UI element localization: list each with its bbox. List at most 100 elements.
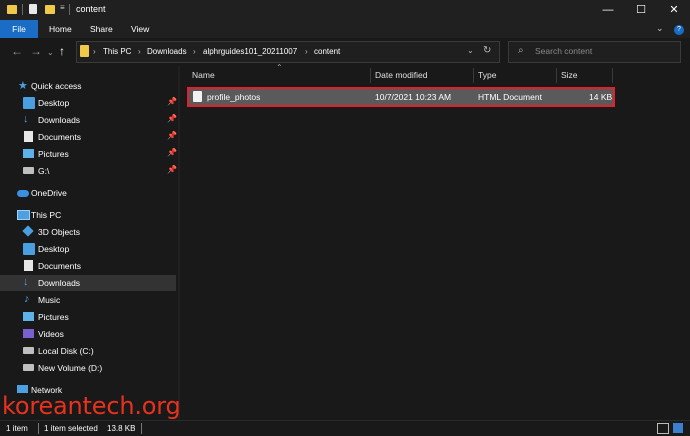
- close-button[interactable]: ✕: [658, 0, 690, 20]
- file-date: 10/7/2021 10:23 AM: [375, 92, 452, 102]
- pin-icon: 📌: [167, 165, 177, 174]
- navigation-pane: ★ Quick access Desktop 📌 ↓ Downloads 📌 D…: [0, 66, 178, 420]
- tab-home[interactable]: Home: [49, 20, 72, 38]
- minimize-button[interactable]: —: [592, 0, 624, 20]
- nav-pc-downloads[interactable]: ↓ Downloads: [0, 275, 176, 291]
- nav-onedrive[interactable]: OneDrive: [0, 185, 176, 201]
- nav-pc-3d-objects[interactable]: 3D Objects: [0, 224, 176, 240]
- status-item-count: 1 item: [6, 424, 28, 433]
- help-icon[interactable]: ?: [674, 25, 684, 35]
- address-row: ← → ⌄ ↑ › This PC › Downloads › alphrgui…: [0, 38, 690, 66]
- nav-quick-documents[interactable]: Documents 📌: [0, 129, 177, 145]
- nav-pc-desktop[interactable]: Desktop: [0, 241, 176, 257]
- window-title: content: [76, 4, 106, 14]
- file-size: 14 KB: [589, 92, 613, 102]
- customize-toolbar-icon[interactable]: ≡: [60, 3, 65, 12]
- large-icons-view-icon[interactable]: [673, 423, 683, 433]
- file-name: profile_photos: [207, 92, 261, 102]
- tab-view[interactable]: View: [131, 20, 149, 38]
- nav-label: Downloads: [38, 115, 81, 125]
- nav-quick-pictures[interactable]: Pictures 📌: [0, 146, 177, 162]
- nav-label: Videos: [38, 329, 64, 339]
- expand-ribbon-icon[interactable]: ⌄: [656, 23, 664, 33]
- breadcrumb-this-pc[interactable]: This PC: [103, 47, 131, 56]
- up-arrow-icon[interactable]: ↑: [59, 44, 65, 58]
- nav-this-pc[interactable]: This PC: [0, 207, 176, 223]
- nav-label: OneDrive: [31, 188, 67, 198]
- search-input[interactable]: [535, 46, 670, 56]
- chevron-right-icon[interactable]: ›: [93, 47, 96, 56]
- nav-quick-access[interactable]: ★ Quick access: [0, 78, 176, 94]
- file-row[interactable]: profile_photos 10/7/2021 10:23 AM HTML D…: [187, 87, 615, 107]
- tab-file[interactable]: File: [0, 20, 38, 38]
- nav-pc-local-disk-c[interactable]: Local Disk (C:): [0, 343, 176, 359]
- maximize-button[interactable]: ☐: [625, 0, 657, 20]
- drive-icon: [23, 167, 34, 174]
- column-divider[interactable]: [556, 68, 557, 83]
- search-box[interactable]: ⌕: [508, 41, 681, 63]
- file-type: HTML Document: [478, 92, 542, 102]
- nav-label: Desktop: [38, 98, 70, 108]
- breadcrumb-downloads[interactable]: Downloads: [147, 47, 187, 56]
- divider: [38, 423, 39, 434]
- drive-icon: [23, 347, 34, 354]
- address-dropdown-icon[interactable]: ⌄: [467, 46, 474, 55]
- computer-icon: [17, 210, 30, 220]
- nav-label: Downloads: [38, 278, 81, 288]
- nav-quick-downloads[interactable]: ↓ Downloads 📌: [0, 112, 177, 128]
- address-bar[interactable]: › This PC › Downloads › alphrguides101_2…: [76, 41, 500, 63]
- breadcrumb-alphrguides[interactable]: alphrguides101_20211007: [203, 47, 297, 56]
- nav-pc-pictures[interactable]: Pictures: [0, 309, 176, 325]
- breadcrumb-content[interactable]: content: [314, 47, 340, 56]
- video-icon: [23, 329, 34, 338]
- document-icon: [24, 131, 33, 142]
- back-arrow-icon[interactable]: ←: [11, 44, 23, 58]
- document-icon: [24, 260, 33, 271]
- nav-pc-documents[interactable]: Documents: [0, 258, 176, 274]
- nav-label: Documents: [38, 261, 81, 271]
- star-icon: ★: [18, 80, 28, 92]
- column-header-type[interactable]: Type: [478, 66, 496, 84]
- nav-label: Pictures: [38, 312, 69, 322]
- folder-icon: [7, 5, 17, 14]
- column-divider[interactable]: [473, 68, 474, 83]
- nav-quick-desktop[interactable]: Desktop 📌: [0, 95, 177, 111]
- nav-label: Quick access: [31, 81, 82, 91]
- column-header-name[interactable]: Name: [192, 66, 215, 84]
- recent-locations-icon[interactable]: ⌄: [47, 46, 54, 60]
- column-header-date-modified[interactable]: Date modified: [375, 66, 427, 84]
- chevron-right-icon[interactable]: ›: [138, 47, 141, 56]
- properties-icon[interactable]: [29, 4, 37, 14]
- nav-label: G:\: [38, 166, 50, 176]
- column-divider[interactable]: [370, 68, 371, 83]
- new-folder-icon[interactable]: [45, 5, 55, 14]
- ribbon-tabs: File Home Share View ⌄ ?: [0, 20, 690, 38]
- desktop-icon: [23, 243, 35, 255]
- details-view-icon[interactable]: [657, 423, 669, 434]
- pin-icon: 📌: [167, 131, 177, 140]
- drive-icon: [23, 364, 34, 371]
- nav-quick-g-drive[interactable]: G:\ 📌: [0, 163, 177, 179]
- cube-icon: [22, 225, 34, 237]
- tab-share[interactable]: Share: [90, 20, 113, 38]
- refresh-icon[interactable]: ↻: [483, 45, 491, 56]
- sort-ascending-icon: ⌃: [276, 63, 283, 72]
- pin-icon: 📌: [167, 148, 177, 157]
- pictures-icon: [23, 149, 34, 158]
- nav-label: Pictures: [38, 149, 69, 159]
- chevron-right-icon[interactable]: ›: [193, 47, 196, 56]
- pictures-icon: [23, 312, 34, 321]
- nav-label: New Volume (D:): [38, 363, 103, 373]
- column-divider[interactable]: [612, 68, 613, 83]
- nav-label: 3D Objects: [38, 227, 81, 237]
- nav-pc-music[interactable]: ♪ Music: [0, 292, 176, 308]
- file-list: ⌃ Name Date modified Type Size profile_p…: [180, 63, 690, 420]
- chevron-right-icon[interactable]: ›: [305, 47, 308, 56]
- cloud-icon: [17, 190, 29, 197]
- nav-pc-new-volume-d[interactable]: New Volume (D:): [0, 360, 176, 376]
- column-header-size[interactable]: Size: [561, 66, 578, 84]
- nav-label: Music: [38, 295, 61, 305]
- nav-pc-videos[interactable]: Videos: [0, 326, 176, 342]
- ribbon-controls: ⌄ ?: [656, 23, 684, 35]
- forward-arrow-icon[interactable]: →: [30, 44, 42, 58]
